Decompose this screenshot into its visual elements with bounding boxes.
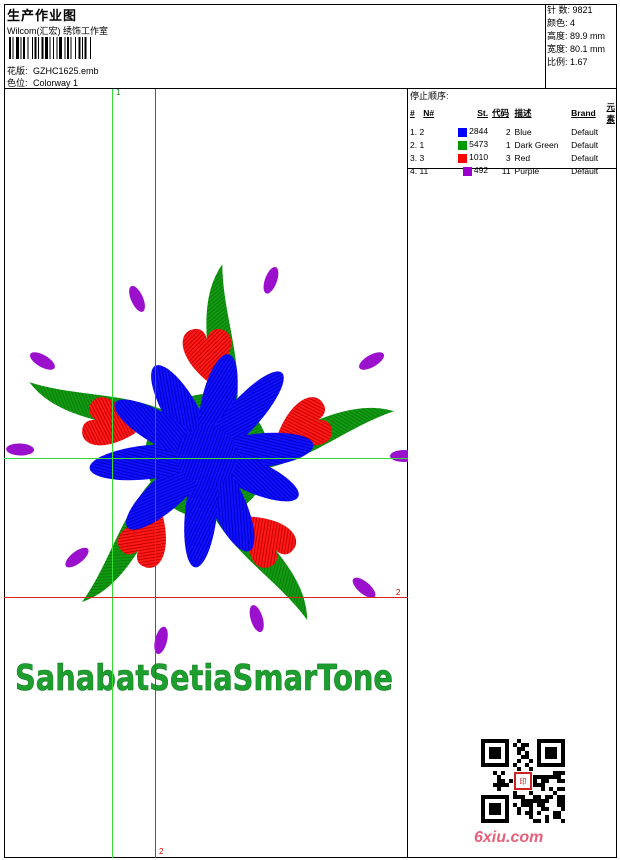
- color-count: 颜色: 4: [547, 18, 576, 28]
- col-index: #: [410, 108, 415, 118]
- row-description: Red: [514, 152, 531, 163]
- green-guide-horizontal: [4, 458, 408, 459]
- row-code: 1: [505, 139, 511, 150]
- worksheet-header: 生产作业图 Wilcom(汇宏) 绣饰工作室 花版: GZHC1625.emb 色…: [4, 4, 617, 89]
- row-number: 2. 1: [410, 139, 425, 150]
- col-description: 描述: [514, 108, 532, 118]
- row-number: 4. 11: [410, 165, 429, 176]
- colorway-label: 色位:: [7, 78, 28, 88]
- row-brand: Default: [571, 126, 599, 137]
- studio-name: Wilcom(汇宏) 绣饰工作室: [7, 26, 108, 36]
- header-info: 生产作业图 Wilcom(汇宏) 绣饰工作室 花版: GZHC1625.emb 色…: [4, 4, 546, 88]
- table-header-row: # N# St. 代码 描述 Brand 元素: [408, 101, 617, 125]
- embroidery-preview: SahabatSetiaSmarTone: [6, 264, 408, 699]
- row-stitches: 492: [449, 164, 490, 177]
- watermark: 6xiu.com: [474, 829, 544, 846]
- page-title: 生产作业图: [7, 8, 78, 23]
- design-width: 宽度: 80.1 mm: [547, 44, 606, 54]
- design-stats: 针 数: 9821 颜色: 4 高度: 89.9 mm 宽度: 80.1 mm …: [547, 4, 617, 69]
- row-description: Blue: [514, 126, 532, 137]
- stop-sequence-panel: 停止顺序: # N# St. 代码 描述 Brand 元素 1. 2 2844 …: [408, 89, 617, 176]
- row-brand: Default: [571, 152, 599, 163]
- colorway-value: Colorway 1: [33, 78, 79, 88]
- row-number: 3. 3: [410, 152, 425, 163]
- color-sequence-table: # N# St. 代码 描述 Brand 元素 1. 2 2844 2 Blue…: [408, 101, 617, 177]
- design-value: GZHC1625.emb: [33, 66, 99, 76]
- row-stitches: 5473: [449, 138, 490, 151]
- green-guide-label: 1: [116, 88, 121, 97]
- row-description: Dark Green: [514, 139, 559, 150]
- color-swatch: [457, 140, 467, 150]
- color-swatch: [457, 127, 467, 137]
- barcode: [9, 37, 91, 59]
- row-number: 1. 2: [410, 126, 425, 137]
- qr-code: 印: [481, 739, 565, 823]
- red-guide-label-bottom: 2: [159, 847, 164, 856]
- row-description: Purple: [514, 165, 540, 176]
- table-row: 2. 1 5473 1 Dark Green Default: [408, 138, 617, 151]
- design-canvas: SahabatSetiaSmarTone: [4, 89, 408, 858]
- col-stitches: St.: [477, 108, 489, 118]
- col-code: 代码: [492, 108, 510, 118]
- col-needle: N#: [423, 108, 435, 118]
- green-guide-vertical: [112, 89, 113, 858]
- color-swatch: [457, 153, 467, 163]
- red-guide-horizontal: [4, 597, 408, 598]
- design-height: 高度: 89.9 mm: [547, 31, 606, 41]
- design-lettering: SahabatSetiaSmarTone: [15, 658, 393, 699]
- row-code: 11: [501, 165, 511, 176]
- colorway-row: 色位: Colorway 1: [7, 76, 78, 89]
- red-guide-vertical: [155, 89, 156, 858]
- row-brand: Default: [571, 139, 599, 150]
- row-brand: Default: [571, 165, 599, 176]
- design-scale: 比例: 1.67: [547, 57, 588, 67]
- row-stitches: 1010: [449, 151, 490, 164]
- col-brand: Brand: [571, 108, 596, 118]
- col-element: 元素: [606, 102, 615, 124]
- color-swatch: [462, 166, 472, 176]
- row-code: 2: [505, 126, 511, 137]
- table-row: 1. 2 2844 2 Blue Default: [408, 125, 617, 138]
- table-row: 4. 11 492 11 Purple Default: [408, 164, 617, 177]
- red-guide-label-right: 2: [396, 588, 401, 597]
- svg-text:印: 印: [519, 777, 526, 786]
- table-row: 3. 3 1010 3 Red Default: [408, 151, 617, 164]
- stitch-count: 针 数: 9821: [547, 5, 593, 15]
- row-code: 3: [505, 152, 511, 163]
- row-stitches: 2844: [449, 125, 490, 138]
